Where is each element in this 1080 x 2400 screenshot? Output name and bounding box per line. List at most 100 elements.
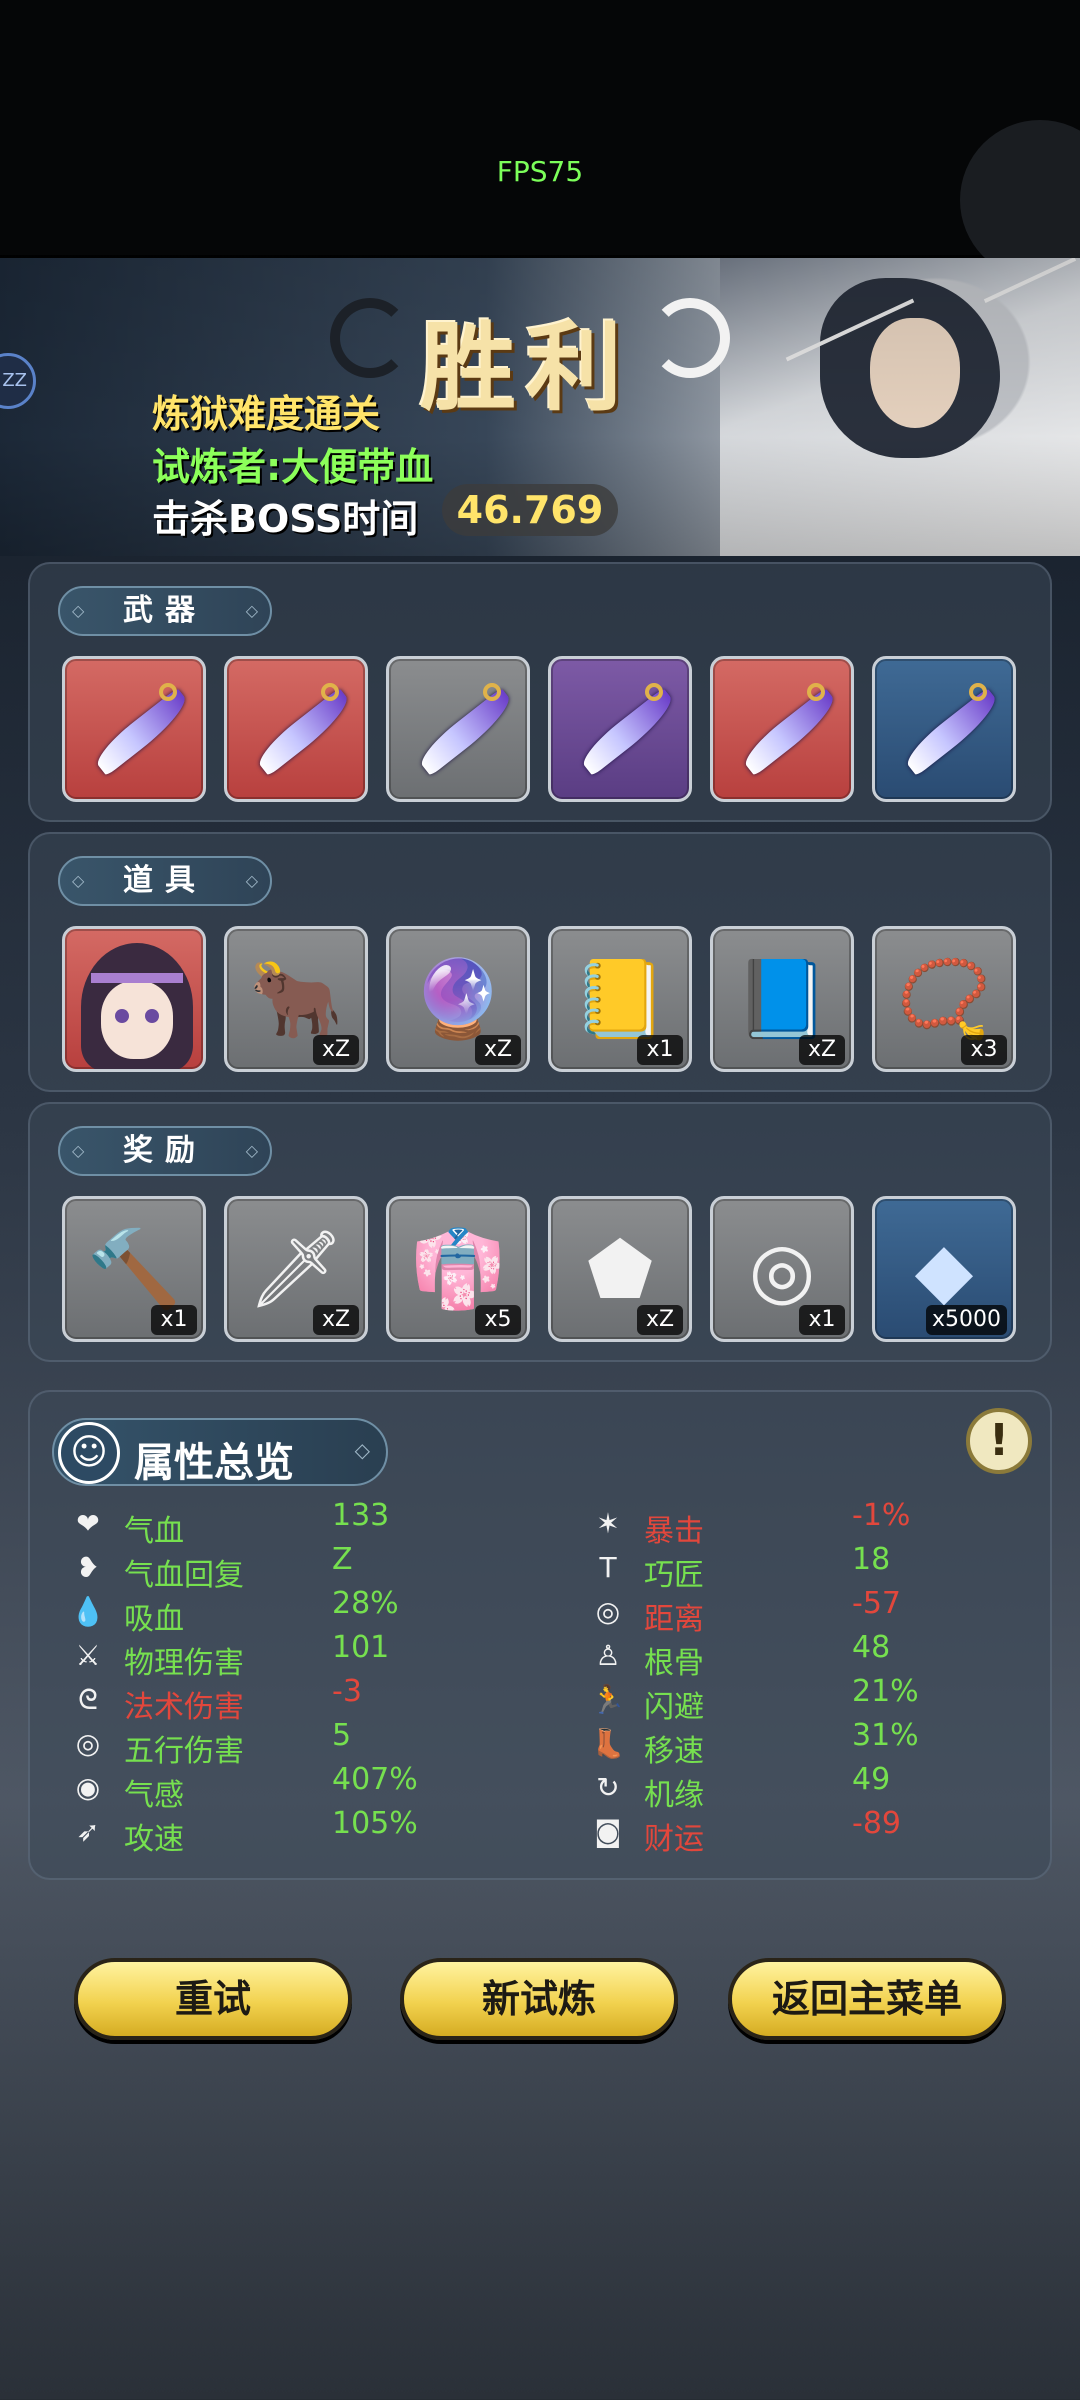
stat-row: ❥ 气血回复 Z (70, 1542, 540, 1593)
reward-slot[interactable]: 🔨 x1 (62, 1196, 206, 1342)
character-portrait-icon (65, 929, 203, 1069)
stat-value: 49 (852, 1762, 891, 1797)
item-count: x3 (961, 1035, 1007, 1065)
stat-name: 法术伤害 (124, 1690, 244, 1725)
stat-row: ◎ 五行伤害 5 (70, 1718, 540, 1769)
item-slot[interactable]: 📿 x3 (872, 926, 1016, 1072)
heart-regen-icon: ❥ (76, 1551, 100, 1584)
stat-value: 101 (332, 1630, 390, 1665)
spell-damage-icon: ᘓ (78, 1683, 98, 1716)
stat-row: ↻ 机缘 49 (590, 1762, 1060, 1813)
bone-icon: ♙ (595, 1639, 621, 1672)
light-swirl-icon (650, 298, 730, 378)
stat-row: T 巧匠 18 (590, 1542, 1060, 1593)
stat-name: 气血回复 (124, 1558, 244, 1593)
stat-value: 18 (852, 1542, 891, 1577)
item-slot[interactable]: 🐂 xZ (224, 926, 368, 1072)
stat-row: ◙ 财运 -89 (590, 1806, 1060, 1857)
purple-blade-icon (252, 687, 356, 777)
element-damage-icon: ◎ (75, 1727, 101, 1760)
victory-banner: 胜利 ZZ 炼狱难度通关 试炼者:大便带血 击杀BOSS时间 46.769 (0, 258, 1080, 556)
top-strip (0, 0, 1080, 255)
kill-time-value: 46.769 (442, 484, 618, 536)
reward-count: xZ (637, 1305, 683, 1335)
stat-value: -89 (852, 1806, 901, 1841)
stat-row: ✶ 暴击 -1% (590, 1498, 1060, 1549)
hilt-ring-icon (483, 683, 501, 701)
range-icon: ◎ (595, 1595, 621, 1628)
hilt-ring-icon (645, 683, 663, 701)
stat-name: 财运 (644, 1822, 704, 1857)
blood-drop-icon: 💧 (70, 1595, 106, 1628)
items-title: 道具 (58, 856, 272, 906)
stat-value: -57 (852, 1586, 901, 1621)
stat-row: ◎ 距离 -57 (590, 1586, 1060, 1637)
sage-avatar-icon: ☺ (58, 1422, 120, 1484)
purple-blade-icon (738, 687, 842, 777)
weapons-title: 武器 (58, 586, 272, 636)
weapon-slot[interactable] (386, 656, 530, 802)
item-slot[interactable]: 📒 x1 (548, 926, 692, 1072)
victory-title: 胜利 (420, 311, 632, 424)
reward-slot[interactable]: ⬟ xZ (548, 1196, 692, 1342)
dodge-icon: 🏃 (590, 1683, 626, 1716)
stat-row: 💧 吸血 28% (70, 1586, 540, 1637)
reward-slot[interactable]: ◎ x1 (710, 1196, 854, 1342)
stats-right-column: ✶ 暴击 -1% T 巧匠 18 ◎ 距离 -57 ♙ 根骨 48 🏃 闪避 21% 👢 移速 31% ↻ 机缘 49 ◙… (590, 1498, 1060, 1857)
item-slot[interactable]: 🔮 xZ (386, 926, 530, 1072)
stat-name: 暴击 (644, 1514, 704, 1549)
diamond-icon: ◇ (354, 1438, 370, 1462)
attack-speed-icon: ➶ (76, 1815, 100, 1848)
stat-name: 五行伤害 (124, 1734, 244, 1769)
stat-name: 攻速 (124, 1822, 184, 1857)
item-slot[interactable] (62, 926, 206, 1072)
item-count: x1 (637, 1035, 683, 1065)
luck-icon: ↻ (596, 1771, 620, 1804)
reward-slot[interactable]: 🗡 xZ (224, 1196, 368, 1342)
reward-slot[interactable]: ◆ x5000 (872, 1196, 1016, 1342)
portrait-eye (145, 1009, 159, 1023)
weapon-slot[interactable] (224, 656, 368, 802)
item-count: xZ (799, 1035, 845, 1065)
stat-row: ♙ 根骨 48 (590, 1630, 1060, 1681)
reward-slots: 🔨 x1 🗡 xZ 👘 x5 ⬟ xZ ◎ x1 ◆ x5000 (62, 1196, 1022, 1342)
new-trial-button[interactable]: 新试炼 (400, 1958, 678, 2040)
stat-value: 21% (852, 1674, 919, 1709)
main-menu-button[interactable]: 返回主菜单 (728, 1958, 1006, 2040)
stat-value: Z (332, 1542, 353, 1577)
stat-row: ➶ 攻速 105% (70, 1806, 540, 1857)
reward-count: x1 (799, 1305, 845, 1335)
wealth-icon: ◙ (594, 1815, 622, 1848)
hilt-ring-icon (159, 683, 177, 701)
rewards-title: 奖励 (58, 1126, 272, 1176)
weapon-slot[interactable] (548, 656, 692, 802)
stat-value: 105% (332, 1806, 418, 1841)
portrait-eye (115, 1009, 129, 1023)
reward-count: x5 (475, 1305, 521, 1335)
difficulty-text: 炼狱难度通关 (152, 392, 381, 436)
stat-name: 物理伤害 (124, 1646, 244, 1681)
weapon-slot[interactable] (710, 656, 854, 802)
stats-panel: ☺ 属性总览 ◇ ! ❤ 气血 133 ❥ 气血回复 Z 💧 吸血 28% ⚔ 物理伤害 101 ᘓ 法术… (28, 1390, 1052, 1880)
stats-title: 属性总览 (134, 1440, 294, 1486)
qi-sense-icon: ◉ (75, 1771, 101, 1804)
item-slot[interactable]: 📘 xZ (710, 926, 854, 1072)
stat-name: 移速 (644, 1734, 704, 1769)
retry-button[interactable]: 重试 (74, 1958, 352, 2040)
dark-swirl-icon (330, 298, 410, 378)
purple-blade-icon (576, 687, 680, 777)
weapons-panel: 武器 (28, 562, 1052, 822)
weapon-slot[interactable] (62, 656, 206, 802)
purple-blade-icon (90, 687, 194, 777)
stats-left-column: ❤ 气血 133 ❥ 气血回复 Z 💧 吸血 28% ⚔ 物理伤害 101 ᘓ 法术伤害 -3 ◎ 五行伤害 5 ◉… (70, 1498, 540, 1857)
stat-row: 👢 移速 31% (590, 1718, 1060, 1769)
stat-name: 根骨 (644, 1646, 704, 1681)
purple-blade-icon (900, 687, 1004, 777)
stat-value: 133 (332, 1498, 390, 1533)
stat-value: -1% (852, 1498, 911, 1533)
info-button[interactable]: ! (966, 1408, 1032, 1474)
weapon-slot[interactable] (872, 656, 1016, 802)
purple-blade-icon (414, 687, 518, 777)
reward-slot[interactable]: 👘 x5 (386, 1196, 530, 1342)
move-speed-icon: 👢 (590, 1727, 626, 1760)
